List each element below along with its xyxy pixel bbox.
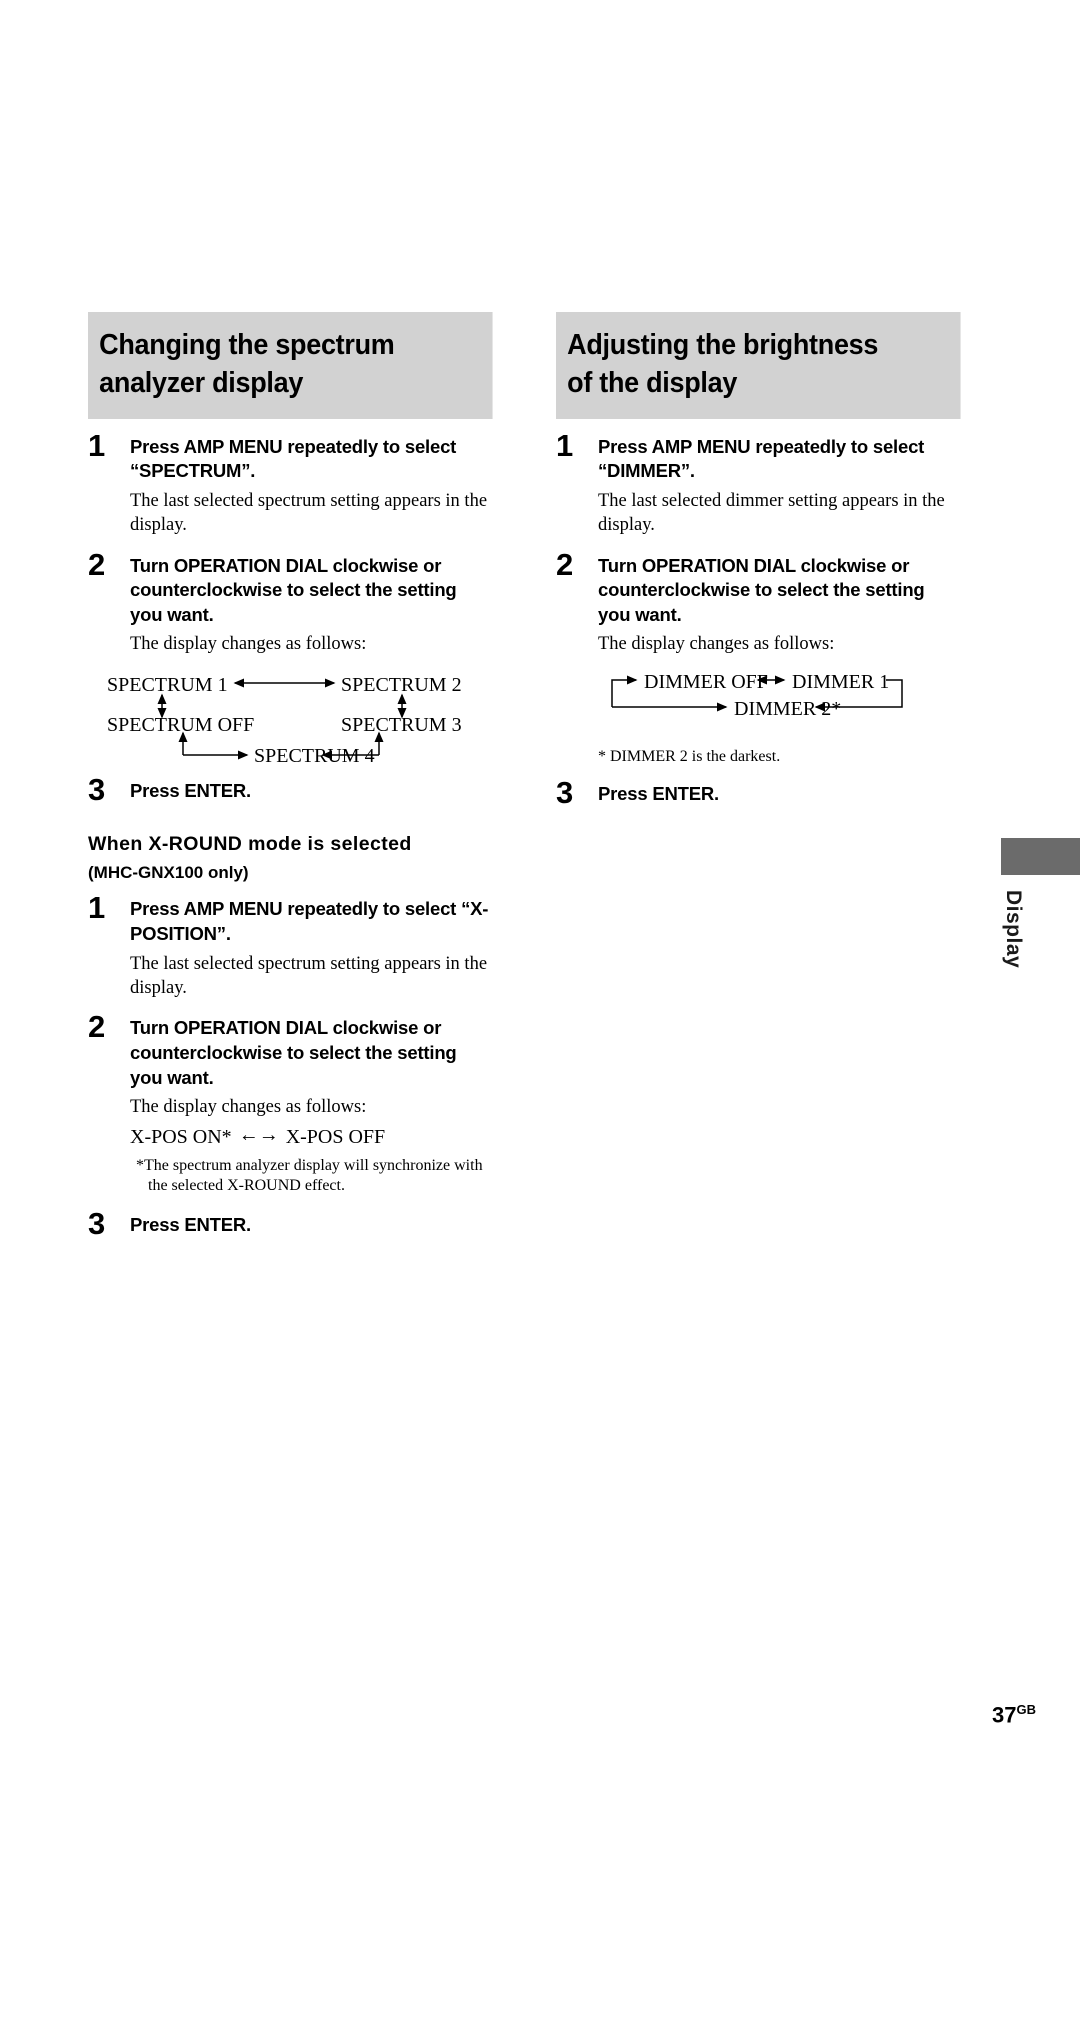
left-heading-line-2: analyzer display: [99, 367, 304, 400]
right-step-2-title: Turn OPERATION DIAL clockwise or counter…: [598, 554, 925, 625]
side-tab-block: [1001, 838, 1080, 875]
right-heading-line-2: of the display: [567, 367, 738, 400]
side-tab-label: Display: [1002, 890, 1025, 969]
spectrum-label-3: SPECTRUM 3: [341, 713, 462, 736]
right-step-1-number: 1: [556, 427, 574, 463]
dimmer-flow-diagram: DIMMER OFF DIMMER 1 DIMMER 2*: [606, 671, 961, 737]
xround-model-note: (MHC-GNX100 only): [88, 863, 249, 883]
right-column: Adjusting the brightness of the display …: [556, 312, 961, 808]
left-step-2: 2 Turn OPERATION DIAL clockwise or count…: [88, 549, 493, 767]
right-step-2: 2 Turn OPERATION DIAL clockwise or count…: [556, 549, 961, 768]
xround-step-1-body: The last selected spectrum setting appea…: [130, 953, 488, 998]
left-column: Changing the spectrum analyzer display 1…: [88, 312, 493, 1239]
right-step-1-body: The last selected dimmer setting appears…: [598, 490, 945, 536]
left-step-3-title: Press ENTER.: [130, 779, 251, 801]
right-step-1-title: Press AMP MENU repeatedly to select “DIM…: [598, 435, 925, 482]
dimmer-footnote: * DIMMER 2 is the darkest.: [598, 747, 781, 765]
xround-step-1-title: Press AMP MENU repeatedly to select “X-P…: [130, 898, 489, 944]
xround-step-1: 1 Press AMP MENU repeatedly to select “X…: [88, 892, 493, 1000]
xpos-flow-diagram: X-POS ON* ←→ X-POS OFF: [130, 1123, 493, 1149]
left-step-2-title: Turn OPERATION DIAL clockwise or counter…: [130, 554, 457, 625]
left-step-2-number: 2: [88, 546, 106, 582]
xround-step-3-number: 3: [88, 1206, 106, 1242]
spectrum-label-2: SPECTRUM 2: [341, 673, 462, 696]
spectrum-label-4: SPECTRUM 4: [254, 744, 375, 767]
right-step-2-number: 2: [556, 546, 574, 582]
right-heading-line-1: Adjusting the brightness: [567, 329, 879, 361]
spectrum-flow-diagram: SPECTRUM 1 SPECTRUM 2 SPECTRUM OFF SPECT…: [107, 673, 493, 767]
left-step-2-body: The display changes as follows:: [130, 634, 367, 655]
left-step-1-number: 1: [88, 427, 106, 463]
xround-step-1-number: 1: [88, 890, 106, 926]
manual-page: Changing the spectrum analyzer display 1…: [0, 0, 1080, 2036]
xpos-label-on: X-POS ON*: [130, 1125, 232, 1148]
page-number: 37GB: [992, 1702, 1036, 1728]
xpos-label-off: X-POS OFF: [285, 1125, 386, 1148]
left-step-3: 3 Press ENTER.: [88, 774, 493, 805]
page-number-value: 37: [992, 1702, 1017, 1727]
spectrum-label-1: SPECTRUM 1: [107, 673, 228, 696]
xround-step-2: 2 Turn OPERATION DIAL clockwise or count…: [88, 1011, 493, 1197]
spectrum-label-off: SPECTRUM OFF: [107, 713, 255, 736]
left-heading-line-1: Changing the spectrum: [99, 329, 395, 361]
right-section-heading: Adjusting the brightness of the display: [556, 312, 961, 419]
dimmer-label-2: DIMMER 2*: [734, 697, 842, 720]
dimmer-label-off: DIMMER OFF: [644, 670, 768, 693]
xround-step-3: 3 Press ENTER.: [88, 1208, 493, 1239]
right-step-3: 3 Press ENTER.: [556, 777, 961, 808]
left-section-heading: Changing the spectrum analyzer display: [88, 312, 493, 419]
xround-step-3-title: Press ENTER.: [130, 1214, 251, 1236]
xround-step-2-number: 2: [88, 1009, 106, 1045]
left-step-1-body: The last selected spectrum setting appea…: [130, 490, 488, 536]
right-step-2-body: The display changes as follows:: [598, 634, 835, 655]
xround-sub-heading: When X-ROUND mode is selected: [88, 833, 412, 856]
left-step-1-title: Press AMP MENU repeatedly to select “SPE…: [130, 435, 457, 482]
right-step-1: 1 Press AMP MENU repeatedly to select “D…: [556, 430, 961, 538]
left-step-1: 1 Press AMP MENU repeatedly to select “S…: [88, 430, 493, 538]
xround-step-2-title: Turn OPERATION DIAL clockwise or counter…: [130, 1017, 457, 1088]
xround-step-2-body: The display changes as follows:: [130, 1097, 367, 1118]
xpos-footnote: *The spectrum analyzer display will sync…: [136, 1156, 483, 1195]
dimmer-label-1: DIMMER 1: [792, 670, 890, 693]
xpos-double-arrow-icon: ←→: [238, 1123, 279, 1146]
left-step-3-number: 3: [88, 771, 106, 807]
page-region-suffix: GB: [1016, 1701, 1037, 1717]
right-step-3-number: 3: [556, 774, 574, 810]
right-step-3-title: Press ENTER.: [598, 782, 719, 804]
